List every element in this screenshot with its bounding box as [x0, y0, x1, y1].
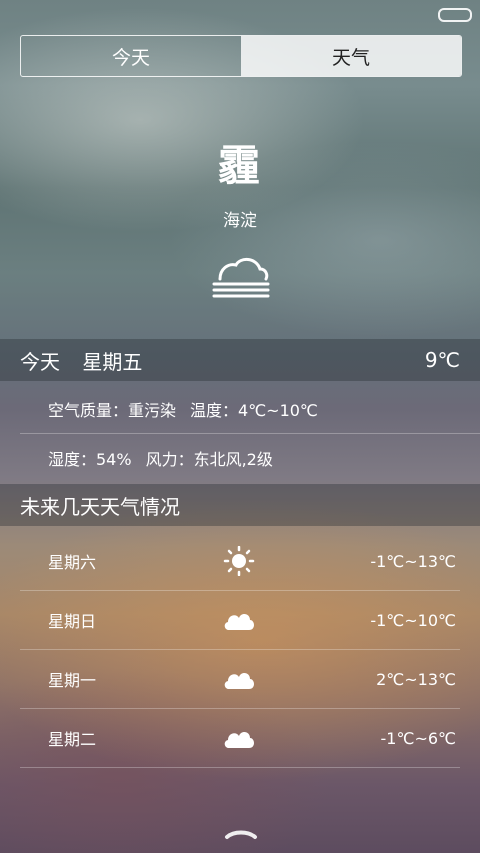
- forecast-title: 未来几天天气情况: [20, 494, 180, 519]
- temperature-range: 温度：4℃~10℃: [190, 400, 318, 420]
- cloud-icon: [224, 614, 254, 630]
- sun-icon: [223, 546, 255, 576]
- air-quality: 空气质量：重污染: [48, 400, 177, 420]
- current-temperature: 9℃: [424, 348, 460, 372]
- forecast-row: 星期日 -1℃~10℃: [20, 591, 460, 650]
- forecast-day: 星期六: [48, 553, 97, 572]
- forecast-temp: -1℃~13℃: [370, 551, 456, 571]
- humidity: 湿度：54%: [48, 450, 132, 469]
- tab-bar: 今天 天气: [20, 35, 462, 77]
- cloud-icon: [224, 673, 254, 689]
- forecast-row: 星期二 -1℃~6℃: [20, 709, 460, 768]
- chevron-up-icon[interactable]: [224, 826, 258, 840]
- tab-weather[interactable]: 天气: [241, 36, 461, 76]
- location-label: 海淀: [223, 211, 257, 231]
- forecast-row: 星期一 2℃~13℃: [20, 650, 460, 709]
- forecast-row: 星期六 -1℃~13℃: [20, 532, 460, 591]
- detail-row-humidity: 湿度：54% 风力：东北风,2级: [20, 433, 480, 483]
- detail-row-air: 空气质量：重污染 温度：4℃~10℃: [20, 384, 480, 434]
- forecast-temp: -1℃~6℃: [380, 728, 456, 748]
- forecast-header: 未来几天天气情况: [0, 484, 480, 526]
- forecast-day: 星期二: [48, 730, 97, 749]
- forecast-day: 星期一: [48, 671, 97, 690]
- tab-today[interactable]: 今天: [21, 36, 241, 76]
- current-condition: 霾: [217, 141, 262, 190]
- forecast-list: 星期六 -1℃~13℃ 星期日 -1℃~10℃ 星期一 2℃~13℃ 星期二 -…: [20, 532, 460, 768]
- forecast-day: 星期日: [48, 612, 97, 631]
- today-bar: 今天 星期五 9℃: [0, 339, 480, 381]
- today-weekday: 星期五: [82, 349, 143, 374]
- today-label: 今天: [20, 349, 60, 374]
- today-title: 今天 星期五: [20, 346, 158, 375]
- haze-icon: [212, 258, 270, 298]
- wind: 风力：东北风,2级: [145, 450, 273, 469]
- cloud-icon: [224, 732, 254, 748]
- forecast-temp: -1℃~10℃: [370, 610, 456, 630]
- forecast-temp: 2℃~13℃: [376, 669, 456, 689]
- status-battery-icon: [438, 8, 472, 22]
